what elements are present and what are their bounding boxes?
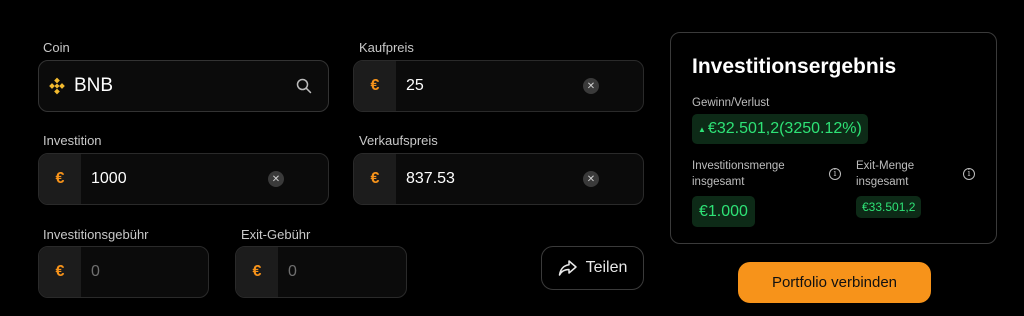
bnb-logo-icon [48, 77, 66, 95]
euro-icon: € [354, 61, 396, 111]
info-icon[interactable]: i [829, 168, 841, 180]
connect-portfolio-button[interactable]: Portfolio verbinden [738, 262, 931, 303]
verkaufspreis-value[interactable]: 837.53 [406, 170, 583, 188]
invest-total-badge: €1.000 [692, 196, 755, 227]
kaufpreis-value[interactable]: 25 [406, 77, 583, 95]
investitionsgebuehr-field[interactable]: € 0 [38, 246, 209, 298]
exit-total-label: Exit-Menge insgesamt [856, 160, 915, 188]
exit-total-value: €33.501,2 [862, 200, 916, 214]
investition-label: Investition [43, 133, 102, 148]
euro-icon: € [39, 154, 81, 204]
exitgebuehr-field[interactable]: € 0 [235, 246, 407, 298]
investition-field[interactable]: € 1000 ✕ [38, 153, 329, 205]
coin-value: BNB [74, 75, 114, 96]
clear-icon[interactable]: ✕ [583, 78, 599, 94]
euro-icon: € [354, 154, 396, 204]
kaufpreis-label: Kaufpreis [359, 40, 414, 55]
gain-label: Gewinn/Verlust [692, 97, 770, 109]
share-arrow-icon [558, 259, 578, 277]
coin-label: Coin [43, 40, 70, 55]
coin-select[interactable]: BNB [38, 60, 329, 112]
clear-icon[interactable]: ✕ [268, 171, 284, 187]
kaufpreis-field[interactable]: € 25 ✕ [353, 60, 644, 112]
exit-total-badge: €33.501,2 [856, 196, 922, 218]
up-arrow-icon: ▲ [698, 124, 706, 134]
result-card: Investitionsergebnis Gewinn/Verlust ▲ €3… [670, 32, 997, 244]
invest-total-value: €1.000 [699, 202, 748, 220]
investition-value[interactable]: 1000 [91, 170, 268, 188]
verkaufspreis-field[interactable]: € 837.53 ✕ [353, 153, 644, 205]
gain-value-badge: ▲ €32.501,2(3250.12%) [692, 114, 868, 144]
search-icon[interactable] [296, 78, 312, 94]
exitgebuehr-label: Exit-Gebühr [241, 227, 311, 242]
gain-value: €32.501,2(3250.12%) [707, 120, 862, 137]
info-icon[interactable]: i [963, 168, 975, 180]
verkaufspreis-label: Verkaufspreis [359, 133, 438, 148]
share-label: Teilen [585, 259, 628, 276]
euro-icon: € [39, 247, 81, 297]
clear-icon[interactable]: ✕ [583, 171, 599, 187]
investitionsgebuehr-label: Investitionsgebühr [43, 227, 149, 242]
euro-icon: € [236, 247, 278, 297]
investitionsgebuehr-placeholder[interactable]: 0 [91, 263, 208, 281]
exitgebuehr-placeholder[interactable]: 0 [288, 263, 406, 281]
invest-total-label: Investitionsmenge insgesamt [692, 160, 785, 188]
result-title: Investitionsergebnis [692, 55, 897, 78]
share-button[interactable]: Teilen [541, 246, 644, 290]
